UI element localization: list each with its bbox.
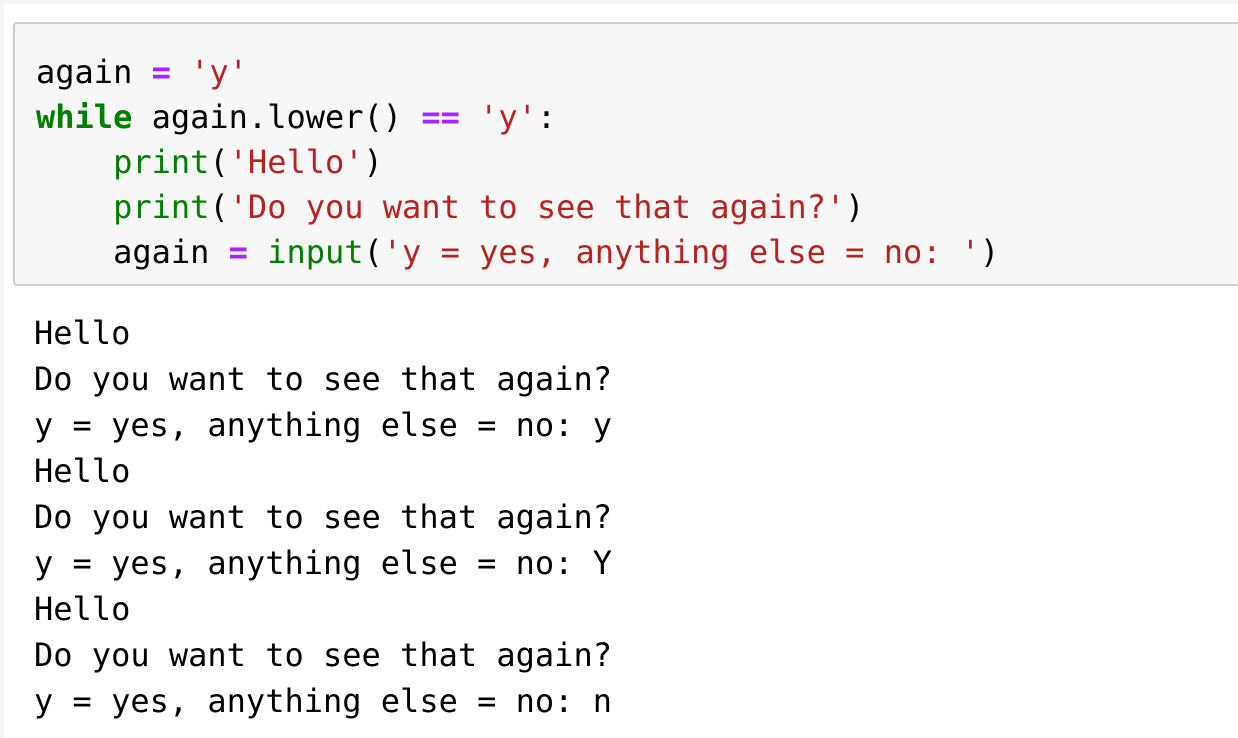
punctuation-token bbox=[36, 233, 113, 271]
notebook-view: again = 'y' while again.lower() == 'y': … bbox=[0, 0, 1238, 738]
code-cell-output: Hello Do you want to see that again? y =… bbox=[34, 310, 1234, 724]
punctuation-token bbox=[460, 98, 479, 136]
code-line: while again.lower() == 'y': bbox=[36, 95, 1238, 140]
punctuation-token bbox=[132, 53, 151, 91]
output-line: y = yes, anything else = no: Y bbox=[34, 544, 612, 582]
code-line: again = 'y' bbox=[36, 50, 1238, 95]
string-token: 'y = yes, anything else = no: ' bbox=[382, 233, 981, 271]
punctuation-token bbox=[132, 98, 151, 136]
name-token: again bbox=[36, 53, 133, 91]
punctuation-token bbox=[171, 53, 190, 91]
punctuation-token: ( bbox=[363, 233, 383, 271]
output-line: Do you want to see that again? bbox=[34, 360, 612, 398]
code-line: print('Hello') bbox=[36, 140, 1238, 185]
top-strip bbox=[0, 0, 1238, 4]
operator-token: == bbox=[421, 98, 460, 136]
builtin-token: print bbox=[113, 188, 210, 226]
punctuation-token: ) bbox=[845, 188, 865, 226]
punctuation-token bbox=[36, 143, 113, 181]
name-token: again bbox=[151, 98, 248, 136]
output-line: y = yes, anything else = no: y bbox=[34, 406, 612, 444]
punctuation-token: ( bbox=[209, 188, 229, 226]
builtin-token: print bbox=[113, 143, 210, 181]
string-token: 'Do you want to see that again?' bbox=[228, 188, 846, 226]
left-gutter bbox=[0, 0, 4, 738]
output-line: Do you want to see that again? bbox=[34, 498, 612, 536]
punctuation-token: ) bbox=[363, 143, 383, 181]
string-token: 'y' bbox=[479, 98, 537, 136]
builtin-token: input bbox=[267, 233, 364, 271]
punctuation-token bbox=[209, 233, 228, 271]
punctuation-token bbox=[36, 188, 113, 226]
operator-token: = bbox=[228, 233, 248, 271]
code-cell-input[interactable]: again = 'y' while again.lower() == 'y': … bbox=[13, 22, 1238, 286]
string-token: 'y' bbox=[190, 53, 248, 91]
output-line: Hello bbox=[34, 452, 131, 490]
punctuation-token: .lower() bbox=[247, 98, 422, 136]
code-line: print('Do you want to see that again?') bbox=[36, 185, 1238, 230]
name-token: again bbox=[113, 233, 210, 271]
punctuation-token: : bbox=[536, 98, 557, 136]
keyword-token: while bbox=[36, 98, 133, 136]
code-line: again = input('y = yes, anything else = … bbox=[36, 230, 1238, 275]
punctuation-token bbox=[248, 233, 267, 271]
punctuation-token: ) bbox=[980, 233, 1000, 271]
string-token: 'Hello' bbox=[228, 143, 364, 181]
output-line: Hello bbox=[34, 590, 131, 628]
punctuation-token: ( bbox=[209, 143, 229, 181]
output-line: Hello bbox=[34, 314, 131, 352]
output-line: y = yes, anything else = no: n bbox=[34, 682, 612, 720]
operator-token: = bbox=[151, 53, 171, 91]
output-line: Do you want to see that again? bbox=[34, 636, 612, 674]
